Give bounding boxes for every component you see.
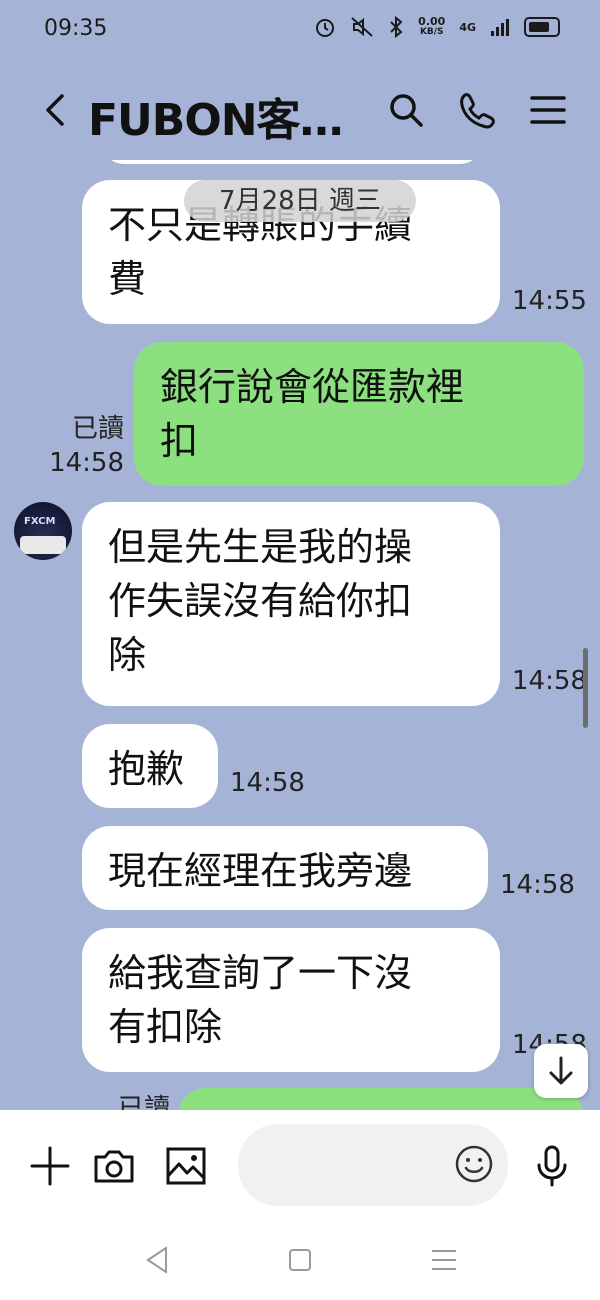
status-bar: 09:35 0.00 KB/S 4G — [0, 0, 600, 60]
message-bubble[interactable] — [178, 1088, 584, 1110]
phone-icon[interactable] — [456, 90, 496, 130]
chat-title[interactable]: FUBON客… — [88, 84, 344, 148]
scroll-indicator[interactable] — [583, 648, 588, 728]
nav-back-icon[interactable] — [140, 1242, 176, 1278]
network-speed: 0.00 KB/S — [418, 16, 445, 38]
search-icon[interactable] — [386, 90, 426, 130]
nav-recents-icon[interactable] — [426, 1242, 462, 1278]
bluetooth-icon — [390, 16, 403, 38]
message-text: 費 — [108, 257, 147, 301]
chevron-left-icon[interactable] — [36, 90, 76, 130]
chat-header: FUBON客… — [0, 60, 600, 160]
date-chip: 7月28日 週三 — [184, 180, 416, 222]
nav-home-icon[interactable] — [282, 1242, 318, 1278]
status-time: 09:35 — [44, 16, 108, 41]
message-input[interactable] — [238, 1124, 508, 1206]
message-text: 有扣除 — [108, 1005, 223, 1049]
signal-icon — [491, 19, 509, 36]
microphone-icon[interactable] — [530, 1144, 574, 1188]
message-text: 抱歉 — [108, 747, 185, 791]
avatar[interactable]: FXCM — [14, 502, 72, 560]
arrow-down-icon — [549, 1056, 573, 1085]
avatar-logo: FXCM — [24, 516, 56, 527]
message-time: 14:58 — [512, 666, 587, 696]
read-label: 已讀 — [71, 414, 124, 444]
message-input-bar — [0, 1110, 600, 1220]
read-receipt: 已讀 14:58 — [46, 412, 124, 480]
message-time: 14:58 — [49, 448, 124, 478]
network-speed-value: 0.00 — [418, 15, 446, 28]
camera-icon[interactable] — [92, 1144, 136, 1188]
message-time: 14:58 — [500, 870, 575, 900]
message-text: 除 — [108, 633, 147, 677]
scroll-to-bottom-button[interactable] — [534, 1044, 588, 1098]
message-bubble[interactable]: 給我查詢了一下沒 有扣除 — [82, 928, 500, 1072]
message-text: 給我查詢了一下沒 — [108, 951, 413, 995]
message-text: 現在經理在我旁邊 — [108, 849, 413, 893]
image-icon[interactable] — [164, 1144, 208, 1188]
message-time: 14:58 — [230, 768, 305, 798]
message-text: 銀行說會從匯款裡 — [160, 365, 465, 409]
alarm-icon — [316, 19, 335, 37]
message-text: 扣 — [160, 419, 199, 463]
message-bubble[interactable]: 抱歉 — [82, 724, 218, 808]
network-type: 4G — [459, 20, 476, 34]
message-bubble-partial — [102, 160, 482, 164]
menu-icon[interactable] — [528, 90, 568, 130]
read-label: 已讀 — [117, 1094, 170, 1110]
message-time: 14:55 — [512, 286, 587, 316]
plus-icon[interactable] — [28, 1144, 72, 1188]
emoji-icon[interactable] — [454, 1144, 494, 1184]
message-bubble[interactable]: 但是先生是我的操 作失誤沒有給你扣 除 — [82, 502, 500, 706]
network-speed-unit: KB/S — [419, 27, 444, 37]
status-icons: 0.00 KB/S 4G — [314, 16, 560, 38]
message-text: 但是先生是我的操 — [108, 525, 413, 569]
message-text: 作失誤沒有給你扣 — [108, 579, 413, 623]
message-bubble[interactable]: 銀行說會從匯款裡 扣 — [134, 342, 584, 486]
chat-area[interactable]: 不只是轉賬的手續 費 14:55 7月28日 週三 已讀 14:58 銀行說會從… — [0, 160, 600, 1110]
mute-icon — [351, 17, 373, 37]
avatar-image — [20, 536, 66, 554]
read-receipt: 已讀 — [100, 1092, 170, 1110]
battery-icon — [524, 17, 560, 37]
system-nav-bar — [0, 1220, 600, 1300]
message-bubble[interactable]: 現在經理在我旁邊 — [82, 826, 488, 910]
